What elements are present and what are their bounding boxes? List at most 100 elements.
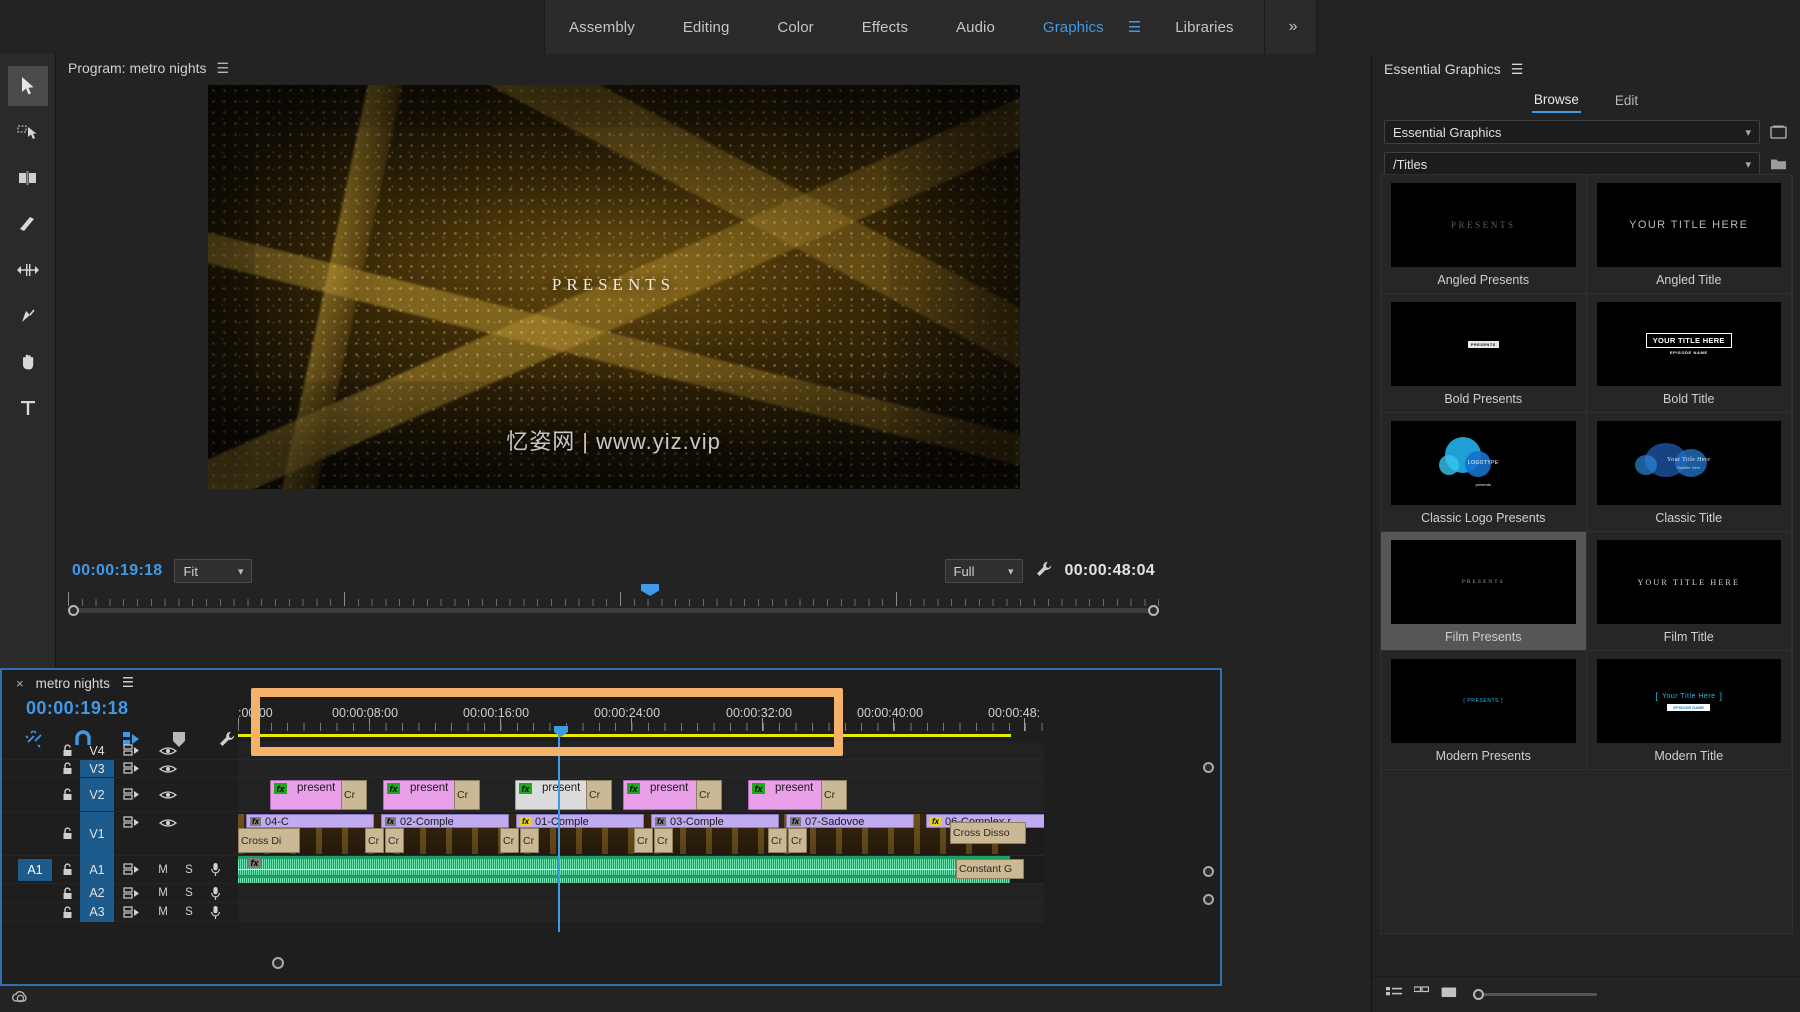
grid-view-icon[interactable] [1414,986,1429,1004]
mute-button-a3[interactable]: M [150,906,176,918]
timeline-clip-v1[interactable]: fx 03-Comple [651,814,779,828]
hand-tool[interactable] [8,342,48,382]
track-name-v2[interactable]: V2 [80,778,114,811]
timeline-transition-a1[interactable]: Constant G [956,859,1024,879]
track-sync-icon[interactable] [114,816,150,829]
solo-button-a2[interactable]: S [176,887,202,899]
track-sync-icon[interactable] [114,906,150,919]
track-header-v1[interactable]: V1 [2,812,238,856]
program-zoom-scrollbar[interactable] [68,608,1159,613]
microphone-icon[interactable] [202,862,228,877]
track-lane-v4[interactable] [238,742,1044,760]
mute-button-a1[interactable]: M [150,864,176,876]
track-name-v4[interactable]: V4 [80,742,114,759]
track-sync-icon[interactable] [114,788,150,801]
timeline-transition-v1[interactable]: Cr [520,828,539,853]
list-view-icon[interactable] [1386,986,1402,1004]
creative-cloud-icon[interactable] [10,990,30,1011]
tab-edit[interactable]: Edit [1613,89,1640,112]
template-card-bold-presents[interactable]: PRESENTS Bold Presents [1381,294,1587,413]
library-select[interactable]: Essential Graphics ▾ [1384,120,1760,144]
timeline-transition-v1[interactable]: Cross Di [238,828,300,853]
solo-button-a1[interactable]: S [176,864,202,876]
slip-tool[interactable] [8,250,48,290]
library-icon[interactable] [1768,123,1788,141]
workspace-tab-effects[interactable]: Effects [838,0,932,54]
eye-icon[interactable] [150,745,186,757]
track-header-a1[interactable]: A1 A1 M S [2,856,238,884]
workspace-tab-libraries[interactable]: Libraries [1151,0,1257,54]
solo-button-a3[interactable]: S [176,906,202,918]
timeline-transition-v1[interactable]: Cr [500,828,519,853]
timeline-playhead-timecode[interactable]: 00:00:19:18 [26,698,128,719]
track-name-a1[interactable]: A1 [80,856,114,884]
template-card-modern-presents[interactable]: [ PRESENTS ] Modern Presents [1381,651,1587,770]
hamburger-icon[interactable]: ☰ [1118,0,1151,54]
eye-icon[interactable] [150,789,186,801]
template-card-angled-title[interactable]: YOUR TITLE HERE Angled Title [1587,175,1793,294]
program-time-ruler[interactable] [56,588,1171,616]
timeline-transition-v1[interactable]: Cross Disso [950,822,1026,844]
track-sync-icon[interactable] [114,863,150,876]
timeline-transition-v1[interactable]: Cr [365,828,384,853]
eye-icon[interactable] [150,763,186,775]
program-zoom-handle-right[interactable] [1148,605,1159,616]
lock-icon[interactable] [54,887,80,900]
timeline-transition-v2[interactable]: Cr [821,780,847,810]
track-sync-icon[interactable] [114,762,150,775]
timeline-transition-v1[interactable]: Cr [788,828,807,853]
track-select-forward-tool[interactable] [8,112,48,152]
track-lane-v3[interactable] [238,760,1044,778]
mute-button-a2[interactable]: M [150,887,176,899]
workspace-tab-editing[interactable]: Editing [659,0,754,54]
track-header-v3[interactable]: V3 [2,760,238,778]
ripple-edit-tool[interactable] [8,158,48,198]
lock-icon[interactable] [54,906,80,919]
timeline-scrollbar-knob[interactable] [272,957,284,969]
timeline-clip-v1[interactable]: fx 02-Comple [381,814,509,828]
folder-icon[interactable] [1768,155,1788,173]
timeline-clip-v1[interactable]: fx 04-C [246,814,374,828]
close-icon[interactable]: × [16,676,24,691]
track-name-a2[interactable]: A2 [80,884,114,903]
timeline-transition-v2[interactable]: Cr [341,780,367,810]
selection-tool[interactable] [8,66,48,106]
zoom-level-select[interactable]: Fit ▾ [174,559,252,583]
track-header-v4[interactable]: V4 [2,742,238,760]
hamburger-icon[interactable]: ☰ [122,675,134,691]
microphone-icon[interactable] [202,905,228,920]
folder-select[interactable]: /Titles ▾ [1384,152,1760,176]
zoom-slider-knob[interactable] [1473,989,1484,1000]
lock-icon[interactable] [54,863,80,876]
timeline-transition-v2[interactable]: Cr [696,780,722,810]
timeline-transition-v2[interactable]: Cr [454,780,480,810]
track-header-a3[interactable]: A3 M S [2,903,238,922]
track-sync-icon[interactable] [114,744,150,757]
tab-browse[interactable]: Browse [1532,88,1581,113]
program-current-timecode[interactable]: 00:00:19:18 [72,562,162,580]
track-lane-a2[interactable] [238,884,1044,903]
microphone-icon[interactable] [202,886,228,901]
timeline-playhead-line[interactable] [558,734,560,932]
thumbnail-view-icon[interactable] [1441,986,1457,1004]
timeline-transition-v1[interactable]: Cr [634,828,653,853]
sequence-name[interactable]: metro nights [36,676,110,691]
track-header-v2[interactable]: V2 [2,778,238,812]
timeline-ruler[interactable]: :00:00 00:00:08:00 00:00:16:00 00:00:24:… [238,706,1044,734]
program-video-area[interactable]: PRESENTS 忆姿网 | www.yiz.vip [56,82,1171,492]
lock-icon[interactable] [54,788,80,801]
timeline-transition-v1[interactable]: Cr [654,828,673,853]
timeline-horizontal-scrollbar[interactable] [238,960,1044,968]
timeline-transition-v1[interactable]: Cr [768,828,787,853]
hamburger-icon[interactable]: ☰ [217,60,230,77]
workspace-tab-assembly[interactable]: Assembly [545,0,659,54]
template-card-film-presents[interactable]: PRESENTS Film Presents [1381,532,1587,651]
workspace-tab-color[interactable]: Color [753,0,837,54]
timeline-vertical-scroll-mid[interactable] [1203,866,1214,877]
timeline-clip-a1[interactable]: fx [238,856,1010,883]
lock-icon[interactable] [54,762,80,775]
timeline-clip-v1[interactable]: fx 07-Sadovoe [786,814,914,828]
template-card-film-title[interactable]: YOUR TITLE HERE Film Title [1587,532,1793,651]
playback-resolution-select[interactable]: Full ▾ [945,559,1023,583]
track-name-a3[interactable]: A3 [80,903,114,922]
